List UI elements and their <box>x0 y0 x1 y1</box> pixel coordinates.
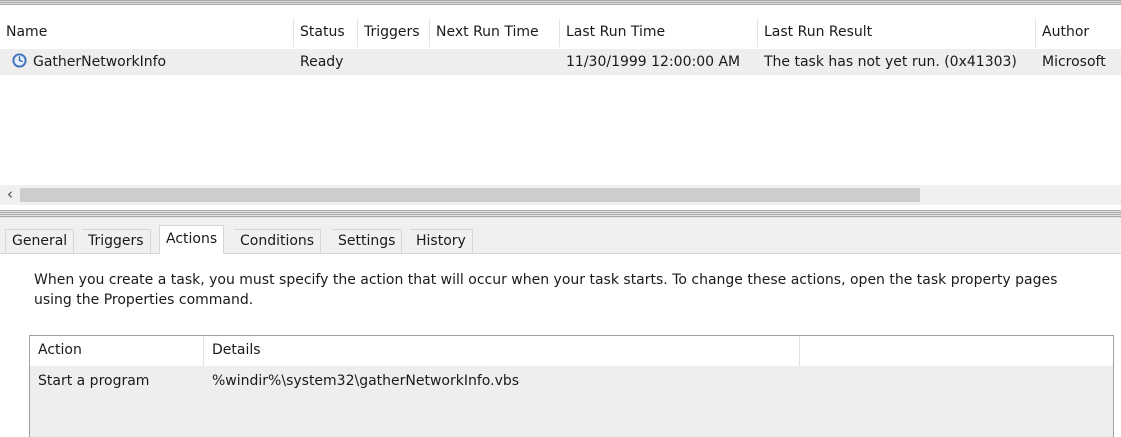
task-last-run-result: The task has not yet run. (0x41303) <box>764 54 1017 70</box>
task-name: GatherNetworkInfo <box>33 54 167 70</box>
column-header-name[interactable]: Name <box>0 19 294 47</box>
column-header-blank <box>800 336 1113 366</box>
task-author: Microsoft <box>1042 54 1106 70</box>
column-header-action[interactable]: Action <box>30 336 204 366</box>
clock-icon <box>12 53 27 68</box>
task-last-run-time: 11/30/1999 12:00:00 AM <box>566 54 741 70</box>
table-row[interactable]: Start a program %windir%\system32\gather… <box>30 367 1113 395</box>
actions-table[interactable]: Action Details Start a program %windir%\… <box>29 335 1114 437</box>
task-status: Ready <box>300 54 344 70</box>
column-header-triggers[interactable]: Triggers <box>358 19 430 47</box>
column-header-author[interactable]: Author <box>1036 19 1121 47</box>
actions-table-header: Action Details <box>30 336 1113 366</box>
column-header-next-run-time[interactable]: Next Run Time <box>430 19 560 47</box>
column-header-last-run-result[interactable]: Last Run Result <box>758 19 1036 47</box>
tab-settings[interactable]: Settings <box>332 229 403 253</box>
task-list[interactable]: Name Status Triggers Next Run Time Last … <box>0 5 1121 210</box>
column-header-status[interactable]: Status <box>294 19 358 47</box>
task-triggers <box>358 49 430 75</box>
column-header-details[interactable]: Details <box>204 336 800 366</box>
table-row[interactable]: GatherNetworkInfo Ready 11/30/1999 12:00… <box>0 49 1121 75</box>
actions-description: When you create a task, you must specify… <box>34 272 1058 308</box>
tab-conditions[interactable]: Conditions <box>234 229 322 253</box>
column-header-last-run-time[interactable]: Last Run Time <box>560 19 758 47</box>
tab-actions[interactable]: Actions <box>159 225 225 254</box>
tab-general[interactable]: General <box>5 229 75 253</box>
tab-triggers[interactable]: Triggers <box>82 229 151 253</box>
horizontal-scrollbar[interactable]: ‹ <box>0 185 1121 205</box>
task-next-run-time <box>430 49 560 75</box>
task-name-cell: GatherNetworkInfo <box>8 49 294 75</box>
scrollbar-thumb[interactable] <box>20 188 920 202</box>
tab-history[interactable]: History <box>410 229 473 253</box>
pane-splitter[interactable] <box>0 210 1121 218</box>
scroll-left-arrow-icon[interactable]: ‹ <box>0 185 20 205</box>
action-type: Start a program <box>38 373 150 389</box>
tab-strip: General Triggers Actions Conditions Sett… <box>0 218 1121 254</box>
action-details: %windir%\system32\gatherNetworkInfo.vbs <box>212 373 520 389</box>
task-list-header: Name Status Triggers Next Run Time Last … <box>0 19 1121 47</box>
